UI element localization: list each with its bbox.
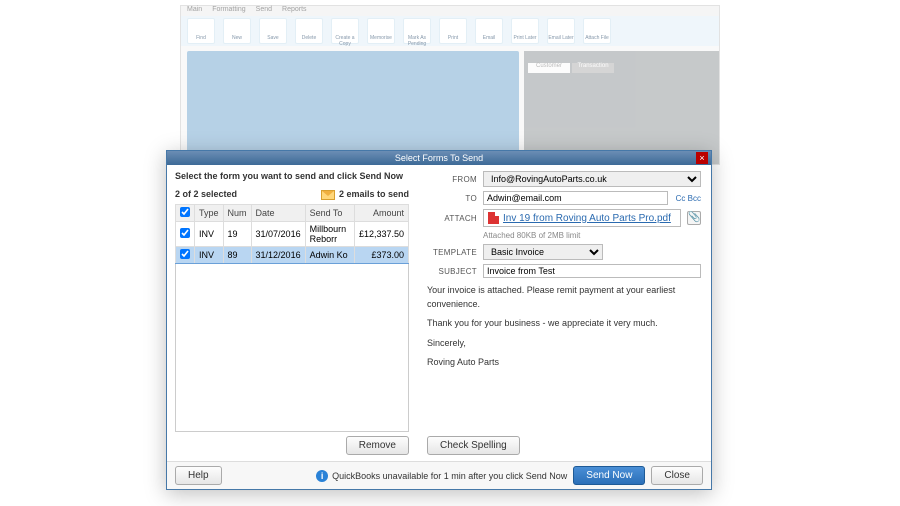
subject-label: Subject [427,267,477,276]
to-label: To [427,194,477,203]
emails-count: 2 emails to send [339,189,409,199]
bg-ribbon-item: Create a Copy [331,18,359,44]
selected-count: 2 of 2 selected [175,189,237,199]
cc-bcc-link[interactable]: Cc Bcc [676,194,701,203]
dialog-titlebar: Select Forms To Send × [167,151,711,165]
subject-input[interactable] [483,264,701,278]
attach-meta: Attached 80KB of 2MB limit [483,231,701,240]
cell-date: 31/07/2016 [251,221,305,246]
bg-invoice-form [187,51,519,164]
template-label: Template [427,248,477,257]
col-amount[interactable]: Amount [354,204,408,221]
col-type[interactable]: Type [195,204,224,221]
cell-amount: £12,337.50 [354,221,408,246]
cell-type: INV [195,246,224,263]
instruction-text: Select the form you want to send and cli… [175,171,409,181]
bg-ribbon-item: Print [439,18,467,44]
attach-filename[interactable]: Inv 19 from Roving Auto Parts Pro.pdf [503,213,671,224]
table-row[interactable]: INV8931/12/2016Adwin Ko£373.00 [176,246,409,263]
bg-side-tab-customer: Customer [528,63,570,73]
pdf-icon [488,212,499,224]
table-empty-area [175,264,409,432]
table-row[interactable]: INV1931/07/2016Millbourn Reborr£12,337.5… [176,221,409,246]
help-button[interactable]: Help [175,466,222,485]
envelope-icon [321,190,335,200]
bg-ribbon-item: New [223,18,251,44]
attach-label: Attach [427,214,477,223]
bg-side-tab-transaction: Transaction [572,63,614,73]
from-select[interactable]: Info@RovingAutoParts.co.uk [483,171,701,187]
bg-ribbon-item: Mark As Pending [403,18,431,44]
bg-ribbon-item: Find [187,18,215,44]
bg-ribbon-item: Email [475,18,503,44]
remove-button[interactable]: Remove [346,436,409,455]
bg-ribbon-item: Memorise [367,18,395,44]
bg-ribbon-item: Print Later [511,18,539,44]
paperclip-icon[interactable]: 📎 [687,211,701,225]
bg-ribbon-item: Save [259,18,287,44]
cell-type: INV [195,221,224,246]
select-all-checkbox[interactable] [180,207,190,217]
bg-side-panel: Customer Transaction [524,51,719,164]
row-checkbox[interactable] [180,249,190,259]
col-num[interactable]: Num [223,204,251,221]
status-message: i QuickBooks unavailable for 1 min after… [316,470,567,482]
close-button[interactable]: Close [651,466,703,485]
cell-date: 31/12/2016 [251,246,305,263]
bg-ribbon: Find New Save Delete Create a Copy Memor… [181,16,719,46]
close-icon[interactable]: × [696,152,708,164]
send-now-button[interactable]: Send Now [573,466,645,485]
bg-menu-tabs: MainFormattingSendReports [181,6,719,16]
check-spelling-button[interactable]: Check Spelling [427,436,520,455]
cell-sendto: Millbourn Reborr [305,221,354,246]
col-sendto[interactable]: Send To [305,204,354,221]
bg-ribbon-item: Attach File [583,18,611,44]
bg-ribbon-item: Delete [295,18,323,44]
forms-table: Type Num Date Send To Amount INV1931/07/… [175,204,409,264]
info-icon: i [316,470,328,482]
cell-amount: £373.00 [354,246,408,263]
cell-sendto: Adwin Ko [305,246,354,263]
cell-num: 89 [223,246,251,263]
template-select[interactable]: Basic Invoice [483,244,603,260]
background-app-window: MainFormattingSendReports Find New Save … [180,5,720,165]
email-body[interactable]: Your invoice is attached. Please remit p… [427,282,701,432]
dialog-title: Select Forms To Send [395,153,483,163]
row-checkbox[interactable] [180,228,190,238]
bg-ribbon-item: Email Later [547,18,575,44]
col-checkbox[interactable] [176,204,195,221]
to-input[interactable] [483,191,668,205]
dialog-bottom-bar: Help i QuickBooks unavailable for 1 min … [167,461,711,489]
cell-num: 19 [223,221,251,246]
col-date[interactable]: Date [251,204,305,221]
select-forms-dialog: Select Forms To Send × Select the form y… [166,150,712,490]
from-label: From [427,175,477,184]
attach-box[interactable]: Inv 19 from Roving Auto Parts Pro.pdf [483,209,681,227]
